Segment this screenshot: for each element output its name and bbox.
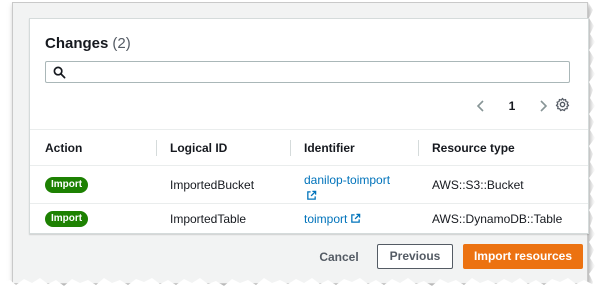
panel-title-text: Changes (45, 35, 109, 52)
changes-table: Action Logical ID Identifier Resource ty… (30, 129, 588, 233)
pagination: 1 (476, 97, 548, 115)
search-icon (53, 66, 66, 79)
status-badge: Import (45, 211, 89, 227)
identifier-link[interactable]: toimport (304, 212, 347, 226)
identifier-cell: danilop-toimport (304, 172, 414, 204)
table-row: Import ImportedTable toimport AWS::Dynam… (30, 203, 588, 233)
status-badge: Import (45, 177, 89, 193)
panel-count: (2) (112, 35, 131, 52)
column-divider[interactable] (418, 140, 419, 156)
external-link-icon[interactable] (306, 190, 317, 201)
table-row: Import ImportedBucket danilop-toimport A… (30, 165, 588, 203)
torn-edge-right (588, 2, 598, 292)
column-header-resource-type: Resource type (432, 140, 515, 155)
identifier-cell: toimport (304, 212, 361, 226)
screenshot-frame: Changes (2) 1 Action Logical ID Identifi… (2, 2, 598, 292)
page-number[interactable]: 1 (509, 99, 516, 113)
external-link-icon[interactable] (350, 213, 361, 224)
action-cell: Import (45, 176, 89, 193)
logical-id-cell: ImportedTable (170, 211, 247, 226)
column-divider[interactable] (156, 140, 157, 156)
column-header-action: Action (45, 140, 83, 155)
table-header: Action Logical ID Identifier Resource ty… (30, 129, 588, 165)
torn-edge-bottom (2, 278, 598, 292)
chevron-left-icon[interactable] (476, 99, 486, 113)
column-header-logical-id: Logical ID (170, 140, 228, 155)
action-cell: Import (45, 210, 89, 227)
logical-id-cell: ImportedBucket (170, 177, 255, 192)
changes-panel: Changes (2) 1 Action Logical ID Identifi… (29, 18, 589, 234)
column-divider[interactable] (290, 140, 291, 156)
search-input[interactable] (45, 61, 570, 83)
identifier-link[interactable]: danilop-toimport (304, 173, 390, 187)
column-header-identifier: Identifier (304, 140, 355, 155)
panel-title: Changes (2) (45, 35, 131, 52)
gear-icon[interactable] (555, 97, 570, 112)
import-resources-button[interactable]: Import resources (463, 244, 583, 269)
page-background: Changes (2) 1 Action Logical ID Identifi… (12, 2, 589, 284)
resource-type-cell: AWS::S3::Bucket (432, 177, 524, 192)
cancel-button[interactable]: Cancel (313, 245, 365, 269)
resource-type-cell: AWS::DynamoDB::Table (432, 211, 563, 226)
chevron-right-icon[interactable] (538, 99, 548, 113)
previous-button[interactable]: Previous (377, 244, 453, 269)
